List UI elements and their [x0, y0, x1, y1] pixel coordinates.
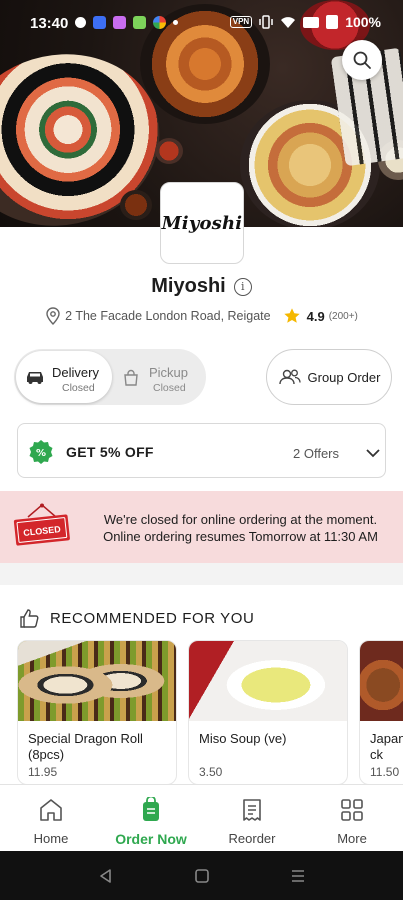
menu-item-card[interactable]: Japan Chick 11.50 [359, 640, 403, 785]
recents-icon[interactable] [290, 868, 306, 884]
nav-more[interactable]: More [302, 785, 402, 852]
group-order-label: Group Order [307, 369, 381, 385]
chevron-down-icon [366, 449, 380, 458]
nav-order-now[interactable]: Order Now [101, 785, 201, 852]
thumbs-up-icon [20, 609, 39, 628]
menu-item-image [189, 641, 347, 721]
menu-item-card[interactable]: Special Dragon Roll (8pcs) 11.95 [17, 640, 177, 785]
search-icon [353, 51, 371, 69]
closed-message: We're closed for online ordering at the … [88, 511, 393, 545]
closed-sign-icon: CLOSED [13, 503, 70, 546]
home-icon [40, 799, 62, 821]
restaurant-name-row: Miyoshi i [0, 275, 403, 298]
android-icon [133, 16, 146, 29]
status-right: VPN 100% [229, 14, 381, 30]
messenger-icon [113, 16, 126, 29]
address-row: 2 The Facade London Road, Reigate 4.9 (2… [0, 307, 403, 325]
grid-icon [341, 799, 363, 821]
location-pin-icon [46, 307, 60, 325]
home-square-icon[interactable] [194, 868, 210, 884]
food-image-sauce [120, 190, 152, 220]
pickup-option[interactable]: Pickup Closed [112, 351, 206, 403]
menu-item-name: Japan Chick [370, 731, 403, 762]
menu-item-price: 11.50 [370, 765, 400, 779]
group-users-icon [278, 369, 301, 385]
closed-message-line1: We're closed for online ordering at the … [103, 512, 378, 527]
pickup-label: Pickup [149, 365, 189, 380]
food-image-sauce [155, 138, 183, 164]
wifi-icon [281, 16, 296, 28]
closed-banner: CLOSED We're closed for online ordering … [0, 491, 403, 563]
rating-count: (200+) [328, 310, 358, 322]
nav-reorder-label: Reorder [228, 831, 276, 846]
pickup-status: Closed [153, 382, 186, 394]
discount-badge-icon: % [29, 440, 53, 464]
car-icon [27, 372, 43, 384]
order-mode-toggle: Delivery Closed Pickup Closed [14, 349, 206, 405]
group-order-button[interactable]: Group Order [266, 349, 392, 405]
rating-value: 4.9 [306, 308, 325, 324]
nav-more-label: More [337, 831, 367, 846]
settings-icon [75, 17, 86, 28]
menu-item-image [360, 641, 403, 721]
restaurant-name: Miyoshi [151, 275, 226, 297]
nav-reorder[interactable]: Reorder [202, 785, 302, 852]
status-bar: 13:40 VPN 100% [0, 0, 403, 46]
menu-item-price: 11.95 [28, 765, 58, 779]
notification-icons [75, 16, 178, 29]
menu-item-name: Special Dragon Roll (8pcs) [28, 731, 143, 762]
system-nav-bar [0, 851, 403, 900]
restaurant-logo: Miyoshi [160, 182, 244, 264]
vpn-badge: VPN [229, 16, 253, 28]
offer-count: 2 Offers [293, 446, 340, 461]
receipt-icon [243, 799, 261, 821]
recommended-title: RECOMMENDED FOR YOU [50, 609, 255, 627]
status-time: 13:40 [30, 15, 69, 32]
menu-item-image [18, 641, 176, 721]
search-button[interactable] [342, 40, 382, 80]
bottom-nav: Home Order Now Reorder More [0, 784, 403, 851]
restaurant-address: 2 The Facade London Road, Reigate [65, 309, 271, 323]
delivery-option[interactable]: Delivery Closed [16, 351, 112, 403]
vibrate-icon [259, 15, 273, 29]
info-icon[interactable]: i [233, 277, 252, 296]
nav-order-now-label: Order Now [115, 831, 187, 847]
battery-icon [326, 15, 339, 29]
closed-message-line2: Online ordering resumes Tomorrow at 11:3… [103, 529, 378, 544]
section-divider [0, 563, 403, 585]
recommended-header: RECOMMENDED FOR YOU [18, 607, 254, 629]
nav-home-label: Home [33, 831, 69, 846]
menu-item-card[interactable]: Miso Soup (ve) 3.50 [188, 640, 348, 785]
menu-item-name: Miso Soup (ve) [199, 731, 287, 746]
meet-icon [93, 16, 106, 29]
battery-percent: 100% [345, 14, 381, 30]
delivery-label: Delivery [52, 365, 99, 380]
battery-saver-icon [303, 16, 320, 28]
nav-home[interactable]: Home [1, 785, 101, 852]
order-bag-icon [143, 797, 159, 821]
menu-item-price: 3.50 [199, 765, 223, 779]
dot-icon [173, 20, 178, 25]
logo-text: Miyoshi [161, 212, 243, 234]
delivery-status: Closed [62, 382, 95, 394]
offer-title: GET 5% OFF [66, 444, 154, 460]
offers-card[interactable]: % GET 5% OFF 2 Offers [17, 423, 386, 478]
chrome-icon [153, 16, 166, 29]
star-icon [283, 308, 300, 323]
shopping-bag-icon [124, 369, 138, 386]
svg-text:%: % [36, 448, 46, 459]
back-icon[interactable] [98, 868, 112, 884]
